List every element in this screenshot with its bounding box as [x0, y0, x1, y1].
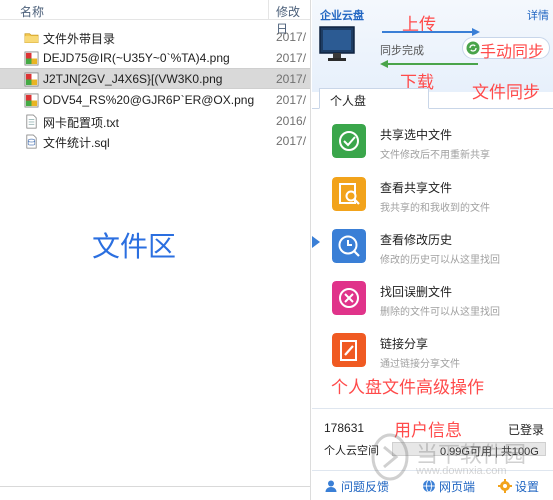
file-date: 2017/	[276, 93, 307, 107]
file-row[interactable]: 文件统计.sql 2017/	[0, 131, 310, 152]
action-share-selected[interactable]: 共享选中文件 文件修改后不用重新共享	[332, 124, 547, 170]
tab-strip: 个人盘	[312, 88, 553, 109]
sql-file-icon	[26, 134, 37, 149]
file-date: 2016/	[276, 114, 307, 128]
watermark-logo-icon	[371, 433, 409, 481]
txt-file-icon	[26, 114, 37, 129]
file-name: 文件统计.sql	[43, 136, 110, 150]
upload-arrow-icon	[382, 28, 480, 36]
action-view-shared[interactable]: 查看共享文件 我共享的和我收到的文件	[332, 177, 547, 223]
monitor-icon	[319, 26, 355, 61]
file-row[interactable]: 文件外带目录 2017/	[0, 27, 310, 48]
search-file-icon	[332, 177, 366, 211]
user-feedback-icon	[325, 480, 337, 492]
user-id: 178631	[324, 421, 365, 435]
collapse-arrow-icon[interactable]	[312, 236, 320, 248]
sync-panel: 企业云盘 详情 上传 同步完成 手动同步 下载 文件同步 个人盘 共享选中文件 …	[312, 0, 553, 500]
png-file-icon	[24, 51, 39, 66]
watermark: 当下软件园 www.downxia.com	[370, 431, 550, 486]
png-file-icon	[24, 72, 39, 87]
link-share-icon	[332, 333, 366, 367]
file-name: ODV54_RS%20@GJR6P`ER@OX.png	[43, 93, 255, 107]
action-title: 共享选中文件	[380, 128, 453, 142]
action-description: 删除的文件可以从这里找回	[380, 307, 500, 318]
png-file-icon	[24, 93, 39, 108]
file-date: 2017/	[276, 134, 307, 148]
action-title: 找回误删文件	[380, 285, 453, 299]
sync-status: 同步完成	[380, 45, 424, 57]
advanced-ops-annotation: 个人盘文件高级操作	[331, 378, 484, 398]
file-pane: 名称 修改日 文件外带目录 2017/ DEJD75@IR(~U35Y~0`%T…	[0, 0, 311, 500]
share-sync-icon	[332, 124, 366, 158]
action-restore-deleted[interactable]: 找回误删文件 删除的文件可以从这里找回	[332, 281, 547, 327]
action-view-history[interactable]: 查看修改历史 修改的历史可以从这里找回	[332, 229, 547, 275]
action-title: 查看修改历史	[380, 233, 453, 247]
action-description: 我共享的和我收到的文件	[380, 203, 490, 214]
file-name: J2TJN[2GV_J4X6S}[(VW3K0.png	[43, 72, 223, 86]
column-separator[interactable]	[268, 0, 269, 20]
action-title: 查看共享文件	[380, 181, 453, 195]
file-row-selected[interactable]: J2TJN[2GV_J4X6S}[(VW3K0.png 2017/	[0, 68, 310, 89]
file-name: DEJD75@IR(~U35Y~0`%TA)4.png	[43, 51, 230, 65]
file-date: 2017/	[276, 72, 307, 86]
brand-title: 企业云盘	[320, 10, 364, 22]
file-zone-annotation: 文件区	[92, 230, 177, 263]
sync-icon	[466, 41, 480, 55]
action-description: 通过链接分享文件	[380, 359, 460, 370]
history-icon	[332, 229, 366, 263]
file-date: 2017/	[276, 51, 307, 65]
folder-icon	[24, 33, 39, 44]
tab-personal-drive[interactable]: 个人盘	[319, 88, 429, 109]
action-description: 文件修改后不用重新共享	[380, 150, 490, 161]
column-header: 名称 修改日	[0, 0, 310, 36]
file-date: 2017/	[276, 30, 307, 44]
details-link[interactable]: 详情	[527, 7, 549, 23]
action-title: 链接分享	[380, 337, 429, 351]
pane-divider	[0, 486, 310, 487]
divider	[312, 408, 553, 409]
watermark-url: www.downxia.com	[416, 465, 507, 477]
file-name: 网卡配置项.txt	[43, 116, 120, 130]
file-row[interactable]: DEJD75@IR(~U35Y~0`%TA)4.png 2017/	[0, 48, 310, 69]
download-arrow-icon	[380, 60, 478, 68]
manual-sync-annotation: 手动同步	[480, 42, 545, 61]
file-row[interactable]: 网卡配置项.txt 2016/	[0, 111, 310, 132]
restore-icon	[332, 281, 366, 315]
column-name-header[interactable]: 名称	[20, 3, 44, 20]
action-description: 修改的历史可以从这里找回	[380, 255, 500, 266]
file-name: 文件外带目录	[43, 32, 116, 46]
file-row[interactable]: ODV54_RS%20@GJR6P`ER@OX.png 2017/	[0, 90, 310, 111]
